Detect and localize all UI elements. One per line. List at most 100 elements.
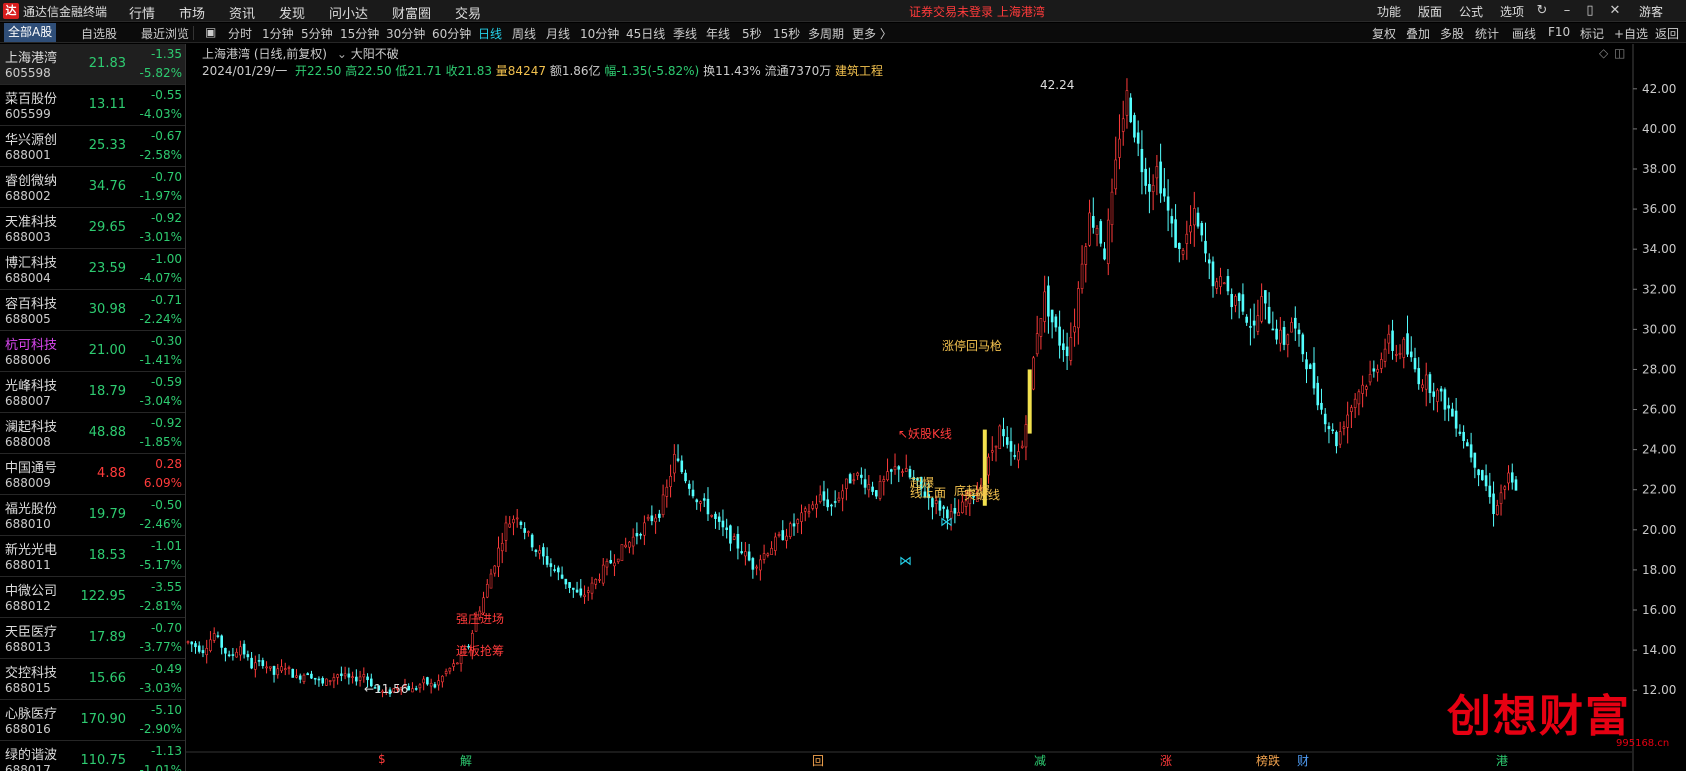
candle-body — [818, 494, 822, 503]
candle-body — [1308, 364, 1312, 369]
stock-row[interactable]: 澜起科技 688008 48.88 -0.92 -1.85% — [0, 413, 185, 454]
stock-price: 170.90 — [80, 712, 127, 727]
stock-row[interactable]: 杭可科技 688006 21.00 -0.30 -1.41% — [0, 331, 185, 372]
candle-body — [1473, 452, 1477, 468]
stock-row[interactable]: 交控科技 688015 15.66 -0.49 -3.03% — [0, 659, 185, 700]
candle-body — [1312, 362, 1316, 389]
candle-body — [841, 490, 844, 499]
candle-body — [691, 489, 695, 497]
candle-body — [1178, 242, 1181, 250]
stock-row[interactable]: 中微公司 688012 122.95 -3.55 -2.81% — [0, 577, 185, 618]
candle-body — [777, 534, 781, 537]
stock-name: 杭可科技 — [5, 338, 58, 353]
candle-body — [575, 589, 579, 593]
candle-body — [295, 675, 298, 678]
candle-body — [257, 660, 261, 662]
candle-body — [504, 522, 508, 541]
stock-percent: -1.85% — [139, 435, 182, 449]
candle-body — [542, 547, 545, 557]
stock-row[interactable]: 绿的谐波 688017 110.75 -1.13 -1.01% — [0, 741, 185, 771]
candle-body — [1192, 208, 1196, 226]
stock-row[interactable]: 天准科技 688003 29.65 -0.92 -3.01% — [0, 208, 185, 249]
stock-row[interactable]: 光峰科技 688007 18.79 -0.59 -3.04% — [0, 372, 185, 413]
event-marker[interactable]: $ — [378, 752, 386, 766]
candlestick-series — [186, 78, 1518, 698]
y-tick-label: 24.00 — [1642, 443, 1676, 457]
stock-change: -0.70 — [150, 621, 182, 635]
candle-body — [268, 666, 272, 669]
stock-name: 澜起科技 — [5, 420, 58, 435]
candle-body — [538, 550, 541, 554]
candle-body — [313, 677, 317, 680]
stock-row[interactable]: 博汇科技 688004 23.59 -1.00 -4.07% — [0, 249, 185, 290]
tab-all-a-shares[interactable]: 全部A股 — [4, 23, 57, 42]
candle-body — [362, 674, 366, 678]
y-tick-label: 26.00 — [1642, 403, 1676, 417]
candle-body — [1099, 221, 1103, 244]
stock-row[interactable]: 菜百股份 605599 13.11 -0.55 -4.03% — [0, 85, 185, 126]
candle-body — [1166, 196, 1170, 211]
event-marker[interactable]: 回 — [812, 752, 824, 769]
stock-row[interactable]: 华兴源创 688001 25.33 -0.67 -2.58% — [0, 126, 185, 167]
stock-percent: -5.82% — [139, 66, 182, 80]
event-marker[interactable]: 港 — [1496, 752, 1508, 769]
candle-body — [216, 635, 220, 637]
candle-body — [684, 472, 687, 482]
stock-percent: -2.90% — [139, 722, 182, 736]
candle-body — [1084, 246, 1088, 265]
stock-row[interactable]: 天臣医疗 688013 17.89 -0.70 -3.77% — [0, 618, 185, 659]
signal-label: 涨停回马枪 — [942, 338, 1002, 353]
candle-body — [830, 504, 833, 507]
candle-body — [1451, 408, 1454, 417]
event-marker[interactable]: 减 — [1034, 752, 1046, 769]
signal-label: 线上面 — [910, 486, 946, 500]
stock-row[interactable]: 心脉医疗 688016 170.90 -5.10 -2.90% — [0, 700, 185, 741]
candle-body — [328, 680, 332, 682]
candle-body — [598, 579, 601, 581]
event-marker[interactable]: 财 — [1297, 752, 1309, 769]
candle-body — [1350, 407, 1353, 412]
chart-settings-icon[interactable]: ◇ — [1599, 46, 1609, 60]
candle-body — [1275, 328, 1278, 340]
stock-row[interactable]: 中国通号 688009 4.88 0.28 6.09% — [0, 454, 185, 495]
stock-change: -0.71 — [150, 293, 182, 307]
candle-body — [1252, 320, 1256, 326]
event-marker[interactable]: 解 — [460, 752, 472, 769]
candle-body — [489, 573, 493, 589]
candle-body — [833, 501, 837, 503]
candle-body — [1024, 424, 1028, 448]
menu-market-quotes[interactable]: 行情 — [129, 3, 155, 22]
tab-watchlist[interactable]: 自选股 — [81, 25, 117, 42]
candle-body — [366, 676, 369, 681]
stock-row[interactable]: 睿创微纳 688002 34.76 -0.70 -1.97% — [0, 167, 185, 208]
stock-price: 23.59 — [88, 261, 126, 276]
stock-row[interactable]: 容百科技 688005 30.98 -0.71 -2.24% — [0, 290, 185, 331]
stock-row[interactable]: 福光股份 688010 19.79 -0.50 -2.46% — [0, 495, 185, 536]
stock-name: 中国通号 — [5, 461, 58, 476]
stock-row[interactable]: 上海港湾 605598 21.83 -1.35 -5.82% — [0, 44, 185, 85]
y-tick-label: 16.00 — [1642, 603, 1676, 617]
candle-body — [938, 500, 942, 511]
candle-body — [665, 486, 669, 497]
stock-code: 605598 — [5, 66, 51, 80]
stock-price: 4.88 — [97, 466, 126, 481]
candle-body — [1297, 329, 1301, 335]
candle-body — [669, 476, 672, 487]
chart-expand-icon[interactable]: ◫ — [1614, 46, 1625, 60]
tab-recent[interactable]: 最近浏览 — [141, 25, 189, 42]
candle-body — [1047, 285, 1050, 317]
stock-code: 688009 — [5, 476, 51, 490]
watermark-logo: 创想财富 — [1447, 691, 1631, 742]
candle-body — [1282, 327, 1286, 345]
candle-body — [321, 678, 324, 684]
candle-body — [942, 506, 945, 509]
candle-body — [624, 544, 627, 548]
stock-percent: -4.07% — [139, 271, 182, 285]
kline-chart[interactable]: 42.24←11.56强庄进场连板抢筹涨停回马枪↖妖股K线起爆线上面 底起爆突破线… — [186, 0, 1686, 771]
stock-name: 光峰科技 — [5, 379, 58, 394]
stock-code: 688007 — [5, 394, 51, 408]
stock-percent: 6.09% — [143, 476, 182, 490]
event-marker[interactable]: 涨 — [1160, 752, 1172, 769]
event-marker[interactable]: 榜跌 — [1256, 752, 1280, 769]
stock-row[interactable]: 新光光电 688011 18.53 -1.01 -5.17% — [0, 536, 185, 577]
